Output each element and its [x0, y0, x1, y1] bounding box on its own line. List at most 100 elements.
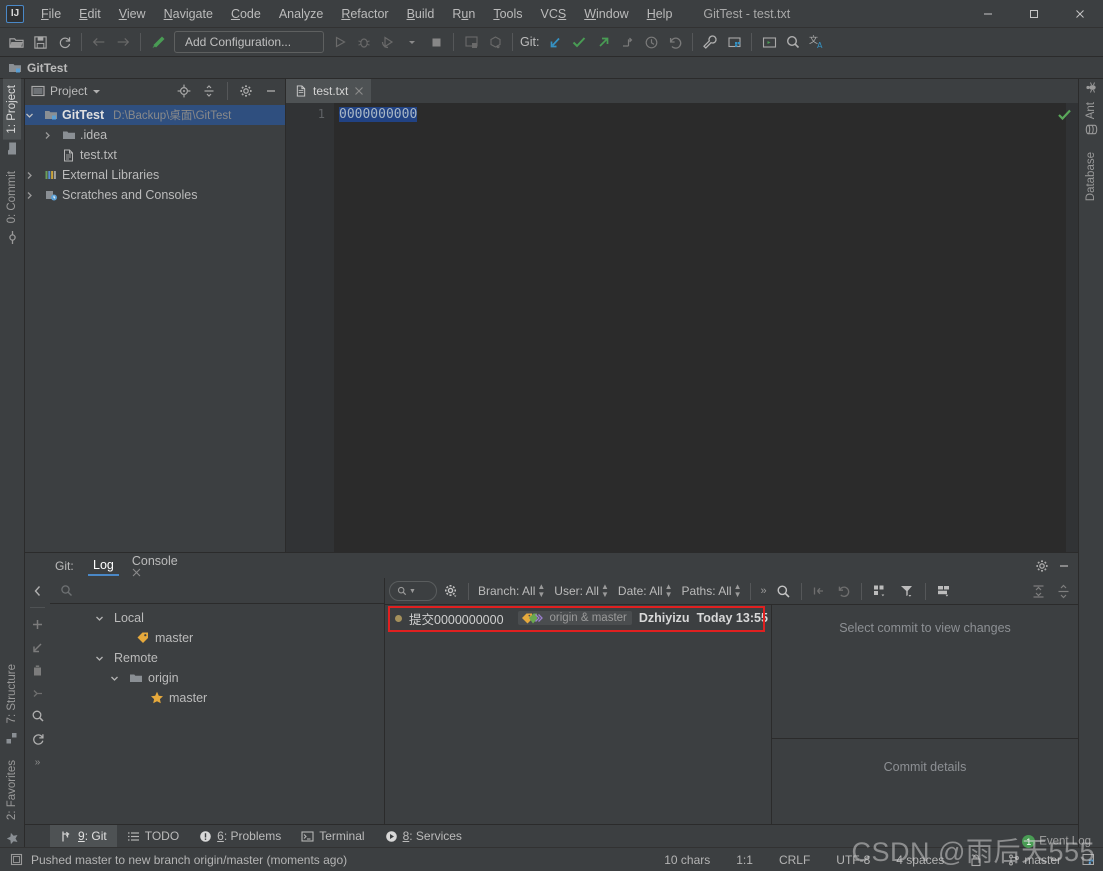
minimize-button[interactable]	[965, 0, 1011, 28]
event-log-link[interactable]: 1 Event Log	[1022, 835, 1091, 848]
rollback-icon[interactable]	[663, 30, 687, 54]
gear-dropdown-icon[interactable]	[440, 581, 462, 601]
chevron-right-icon[interactable]	[25, 191, 39, 200]
gear-icon[interactable]	[1032, 556, 1052, 576]
terminal-run-icon[interactable]	[757, 30, 781, 54]
editor-content[interactable]: 0000000000	[334, 103, 1066, 552]
menu-item-window[interactable]: Window	[575, 3, 637, 25]
filter-branch[interactable]: Branch: All ▲ ▼	[475, 583, 548, 599]
notification-icon[interactable]	[10, 853, 23, 866]
branches-icon[interactable]	[615, 30, 639, 54]
run-with-coverage-icon[interactable]	[376, 30, 400, 54]
translate-icon[interactable]: 文A	[805, 30, 829, 54]
collapse-left-icon[interactable]	[28, 582, 48, 600]
status-branch[interactable]: master	[999, 853, 1065, 867]
sidebar-item-commit[interactable]: 0: Commit	[3, 165, 21, 229]
chevron-down-icon[interactable]	[400, 30, 424, 54]
close-icon[interactable]	[132, 568, 184, 577]
menu-item-run[interactable]: Run	[443, 3, 484, 25]
sidebar-item-project[interactable]: 1: Project	[3, 79, 21, 140]
chevron-down-icon[interactable]	[92, 87, 101, 96]
search-icon[interactable]	[781, 30, 805, 54]
branch-row-origin-master[interactable]: master	[50, 688, 384, 708]
status-caret-position[interactable]: 1:1	[727, 853, 762, 867]
minimize-icon[interactable]	[1054, 556, 1074, 576]
project-panel-title[interactable]: Project	[50, 84, 87, 98]
checkmark-ok-icon[interactable]	[1057, 107, 1072, 122]
chevron-right-icon[interactable]	[25, 171, 39, 180]
delete-icon[interactable]	[28, 661, 48, 679]
status-line-separator[interactable]: CRLF	[770, 853, 819, 867]
layout-icon[interactable]	[1073, 853, 1095, 866]
search-icon[interactable]	[773, 581, 795, 601]
chevron-right-icon[interactable]	[43, 131, 57, 140]
chevron-down-icon[interactable]	[110, 674, 124, 683]
close-icon[interactable]	[354, 86, 364, 96]
show-graph-icon[interactable]	[868, 581, 892, 601]
status-indent[interactable]: 4 spaces	[887, 853, 953, 867]
branch-row-local-master[interactable]: master	[50, 628, 384, 648]
folder-open-icon[interactable]	[4, 30, 28, 54]
filter-icon[interactable]	[895, 581, 919, 601]
history-icon[interactable]	[639, 30, 663, 54]
editor-selected-text[interactable]: 0000000000	[339, 107, 418, 122]
branch-tree[interactable]: Local master Remote origin master	[50, 604, 384, 824]
revert-icon[interactable]	[833, 581, 855, 601]
commit-list[interactable]: 提交0000000000 origin & master Dzhiyizu To…	[385, 605, 771, 824]
status-badge[interactable]: origin & master	[517, 611, 632, 625]
project-tree[interactable]: GitTest D:\Backup\桌面\GitTest .idea test.…	[25, 103, 285, 552]
tab-services[interactable]: 8: Services	[375, 825, 472, 848]
status-encoding[interactable]: UTF-8	[827, 853, 879, 867]
project-structure-icon[interactable]	[722, 30, 746, 54]
menu-item-view[interactable]: View	[110, 3, 155, 25]
maximize-button[interactable]	[1011, 0, 1057, 28]
more-icon[interactable]: »	[28, 753, 48, 771]
commit-checkmark-icon[interactable]	[567, 30, 591, 54]
search-icon[interactable]	[28, 707, 48, 725]
debug-icon[interactable]	[352, 30, 376, 54]
table-row[interactable]: 提交0000000000 origin & master Dzhiyizu To…	[385, 607, 771, 629]
intellisort-icon[interactable]	[932, 581, 956, 601]
save-icon[interactable]	[28, 30, 52, 54]
deploy-icon[interactable]	[483, 30, 507, 54]
branch-row-remote[interactable]: Remote	[50, 648, 384, 668]
menu-item-file[interactable]: FFileile	[32, 3, 70, 25]
stop-icon[interactable]	[424, 30, 448, 54]
menu-item-navigate[interactable]: Navigate	[155, 3, 222, 25]
branch-row-origin[interactable]: origin	[50, 668, 384, 688]
tree-row-gittest[interactable]: GitTest D:\Backup\桌面\GitTest	[25, 105, 285, 125]
filter-date[interactable]: Date: All ▲ ▼	[615, 583, 676, 599]
tree-row-idea[interactable]: .idea	[25, 125, 285, 145]
hammer-icon[interactable]	[146, 30, 170, 54]
log-search-field[interactable]: ▼	[389, 581, 437, 601]
tab-git[interactable]: 9: Git	[50, 824, 117, 848]
branch-row-local[interactable]: Local	[50, 608, 384, 628]
arrow-right-icon[interactable]	[111, 30, 135, 54]
gear-icon[interactable]	[236, 81, 256, 101]
locate-target-icon[interactable]	[174, 81, 194, 101]
run-configuration-selector[interactable]: Add Configuration...	[174, 31, 324, 53]
sidebar-item-database[interactable]: Database	[1082, 150, 1100, 203]
checkout-icon[interactable]	[28, 638, 48, 656]
sidebar-item-favorites[interactable]: 2: Favorites	[3, 754, 21, 826]
menu-item-code[interactable]: Code	[222, 3, 270, 25]
menu-item-build[interactable]: Build	[398, 3, 444, 25]
tab-terminal[interactable]: Terminal	[291, 825, 374, 848]
overflow-icon[interactable]: »	[757, 585, 769, 597]
sidebar-item-structure[interactable]: 7: Structure	[3, 658, 21, 729]
update-running-icon[interactable]	[459, 30, 483, 54]
expand-all-icon[interactable]	[1027, 581, 1049, 601]
cherry-pick-icon[interactable]	[808, 581, 830, 601]
refresh-icon[interactable]	[52, 30, 76, 54]
lock-icon[interactable]	[961, 853, 991, 867]
update-project-icon[interactable]	[543, 30, 567, 54]
status-message[interactable]: Pushed master to new branch origin/maste…	[31, 853, 347, 867]
menu-item-edit[interactable]: Edit	[70, 3, 110, 25]
add-icon[interactable]	[28, 615, 48, 633]
merge-icon[interactable]	[28, 684, 48, 702]
minimize-icon[interactable]	[261, 81, 281, 101]
menu-item-analyze[interactable]: Analyze	[270, 3, 332, 25]
tab-log[interactable]: Log	[85, 556, 122, 576]
menu-item-tools[interactable]: Tools	[484, 3, 531, 25]
arrow-left-icon[interactable]	[87, 30, 111, 54]
